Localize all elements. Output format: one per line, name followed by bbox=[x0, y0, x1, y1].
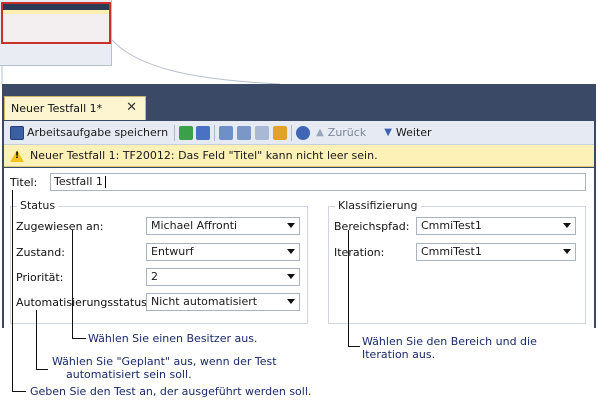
annotation-area: Wählen Sie den Bereich und die Iteration… bbox=[362, 335, 562, 361]
annotation-line-planned bbox=[36, 369, 48, 370]
save-icon bbox=[10, 125, 24, 140]
callout-connector bbox=[1, 39, 281, 85]
save-button[interactable]: Arbeitsaufgabe speichern bbox=[8, 124, 170, 142]
warning-text: Neuer Testfall 1: TF20012: Das Feld "Tit… bbox=[30, 149, 378, 162]
save-label: Arbeitsaufgabe speichern bbox=[27, 126, 169, 139]
forward-label: Weiter bbox=[395, 126, 432, 139]
annotation-planned-line2: automatisiert sein soll. bbox=[66, 368, 192, 381]
tasks-icon[interactable] bbox=[273, 125, 288, 140]
priority-value: 2 bbox=[151, 270, 158, 283]
annotation-line-owner bbox=[72, 338, 86, 339]
refresh-icon[interactable] bbox=[179, 125, 194, 140]
chevron-down-icon bbox=[287, 249, 295, 254]
text-caret bbox=[104, 176, 106, 188]
assigned-value: Michael Affronti bbox=[151, 219, 238, 232]
automation-status-select[interactable]: Nicht automatisiert bbox=[146, 293, 300, 311]
state-select[interactable]: Entwurf bbox=[146, 243, 300, 261]
link-icon[interactable] bbox=[219, 125, 234, 140]
assigned-label: Zugewiesen an: bbox=[16, 220, 104, 233]
iteration-value: CmmiTest1 bbox=[421, 245, 482, 258]
automation-value: Nicht automatisiert bbox=[151, 295, 258, 308]
annotation-line-title bbox=[12, 391, 26, 392]
status-legend: Status bbox=[17, 199, 59, 212]
toolbar: Arbeitsaufgabe speichern ▲ Zurück ▼ Weit… bbox=[4, 121, 594, 145]
warning-icon bbox=[10, 149, 24, 162]
arrow-up-icon: ▲ bbox=[316, 127, 324, 138]
tab-new-testcase[interactable]: Neuer Testfall 1* ✕ bbox=[4, 96, 146, 120]
back-label: Zurück bbox=[327, 126, 367, 139]
warning-bar: Neuer Testfall 1: TF20012: Das Feld "Tit… bbox=[4, 145, 594, 167]
title-value: Testfall 1 bbox=[54, 175, 103, 188]
chevron-down-icon bbox=[563, 223, 571, 228]
back-button[interactable]: ▲ Zurück bbox=[316, 126, 366, 139]
copy-icon[interactable] bbox=[237, 125, 252, 140]
annotation-line-area bbox=[348, 346, 360, 347]
arrow-down-icon: ▼ bbox=[384, 127, 392, 138]
annotation-area-line2: Iteration aus. bbox=[362, 348, 436, 361]
title-label: Titel: bbox=[10, 176, 38, 189]
attach-icon[interactable] bbox=[255, 125, 270, 140]
toolbar-separator bbox=[214, 124, 216, 141]
forward-button[interactable]: ▼ Weiter bbox=[384, 126, 431, 139]
assigned-to-select[interactable]: Michael Affronti bbox=[146, 217, 300, 235]
toolbar-separator bbox=[291, 124, 293, 141]
iteration-select[interactable]: CmmiTest1 bbox=[416, 243, 576, 261]
work-item-form: Titel: Testfall 1 Status Zugewiesen an: … bbox=[4, 168, 594, 328]
toolbar-separator bbox=[174, 124, 176, 141]
classification-legend: Klassifizierung bbox=[335, 199, 421, 212]
chevron-down-icon bbox=[287, 274, 295, 279]
area-path-select[interactable]: CmmiTest1 bbox=[416, 217, 576, 235]
undo-icon[interactable] bbox=[196, 125, 211, 140]
help-icon[interactable] bbox=[296, 125, 311, 140]
tab-title: Neuer Testfall 1* bbox=[11, 102, 103, 115]
annotation-line-owner bbox=[72, 230, 73, 339]
state-label: Zustand: bbox=[16, 246, 65, 259]
iteration-label: Iteration: bbox=[334, 246, 385, 259]
chevron-down-icon bbox=[563, 249, 571, 254]
priority-select[interactable]: 2 bbox=[146, 268, 300, 286]
annotation-line-title bbox=[12, 190, 13, 392]
chevron-down-icon bbox=[287, 299, 295, 304]
annotation-line-planned bbox=[36, 310, 37, 370]
annotation-line-area bbox=[348, 230, 349, 347]
chevron-down-icon bbox=[287, 223, 295, 228]
annotation-area-line1: Wählen Sie den Bereich und die bbox=[362, 335, 537, 348]
automation-label: Automatisierungsstatus: bbox=[16, 296, 151, 309]
annotation-planned: Wählen Sie "Geplant" aus, wenn der Test … bbox=[52, 355, 292, 381]
close-icon[interactable]: ✕ bbox=[126, 100, 137, 115]
annotation-title: Geben Sie den Test an, der ausgeführt we… bbox=[30, 385, 312, 398]
title-input[interactable]: Testfall 1 bbox=[50, 173, 586, 191]
area-label: Bereichspfad: bbox=[334, 220, 410, 233]
work-item-window: Neuer Testfall 1* ✕ Arbeitsaufgabe speic… bbox=[2, 84, 596, 328]
priority-label: Priorität: bbox=[16, 271, 64, 284]
annotation-owner: Wählen Sie einen Besitzer aus. bbox=[88, 332, 258, 345]
annotation-planned-line1: Wählen Sie "Geplant" aus, wenn der Test bbox=[52, 355, 277, 368]
area-value: CmmiTest1 bbox=[421, 219, 482, 232]
state-value: Entwurf bbox=[151, 245, 194, 258]
